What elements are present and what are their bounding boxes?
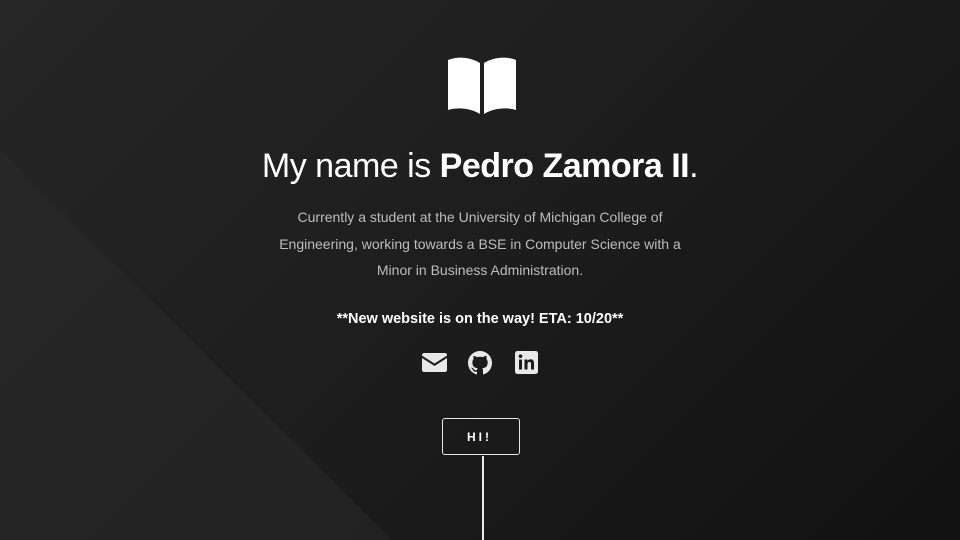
github-link[interactable] (468, 350, 493, 375)
book-open-icon (448, 57, 516, 114)
linkedin-link[interactable] (514, 350, 539, 375)
connector-line (482, 456, 484, 540)
title-suffix: . (689, 147, 699, 185)
envelope-icon (421, 353, 447, 372)
title-prefix: My name is (261, 147, 440, 185)
social-links (0, 350, 960, 376)
website-notice: **New website is on the way! ETA: 10/20*… (336, 311, 624, 327)
hi-button[interactable]: HI! (442, 418, 520, 455)
email-link[interactable] (421, 350, 447, 375)
bio-text: Currently a student at the University of… (279, 209, 681, 278)
page-title: My name is Pedro Zamora II. (0, 146, 960, 186)
linkedin-icon (514, 351, 538, 374)
github-icon (468, 350, 492, 374)
title-name: Pedro Zamora II (439, 147, 690, 185)
